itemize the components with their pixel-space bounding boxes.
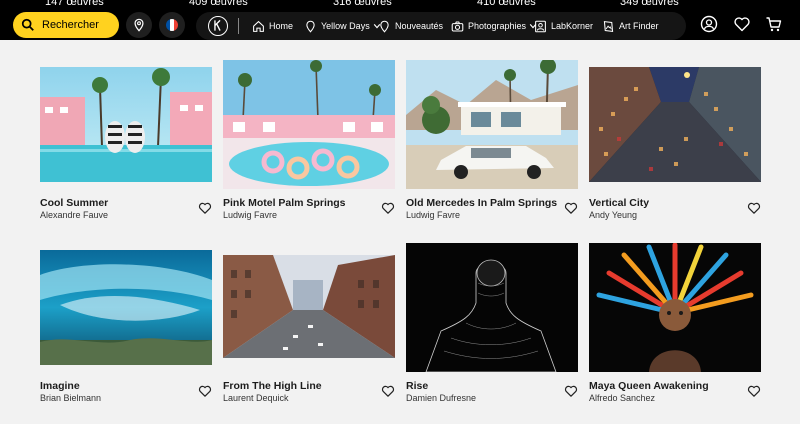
heart-icon bbox=[381, 385, 395, 397]
artwork-title[interactable]: Imagine bbox=[40, 380, 80, 392]
cart-button[interactable] bbox=[765, 15, 783, 33]
favorite-button[interactable] bbox=[564, 384, 578, 398]
artwork-artist[interactable]: Damien Dufresne bbox=[406, 393, 476, 403]
favorite-button[interactable] bbox=[747, 384, 761, 398]
page: 147 œuvres 409 œuvres 316 œuvres 410 œuv… bbox=[0, 0, 800, 424]
artwork-artist[interactable]: Laurent Dequick bbox=[223, 393, 289, 403]
artwork-artist[interactable]: Alfredo Sanchez bbox=[589, 393, 655, 403]
artwork-title[interactable]: Rise bbox=[406, 380, 428, 392]
search-icon bbox=[21, 18, 34, 31]
artwork-image-maya-queen[interactable] bbox=[589, 243, 761, 372]
favorite-button[interactable] bbox=[381, 384, 395, 398]
artwork-image-rise[interactable] bbox=[406, 243, 578, 372]
artwork-card[interactable]: Rise Damien Dufresne bbox=[406, 0, 578, 424]
artwork-image-from-the-high-line[interactable] bbox=[223, 255, 395, 358]
artwork-card[interactable]: Maya Queen Awakening Alfredo Sanchez bbox=[589, 0, 761, 424]
cart-icon bbox=[766, 17, 782, 32]
artwork-image-imagine[interactable] bbox=[40, 250, 212, 365]
artwork-title[interactable]: Maya Queen Awakening bbox=[589, 380, 709, 392]
artwork-artist[interactable]: Brian Bielmann bbox=[40, 393, 101, 403]
heart-icon bbox=[198, 385, 212, 397]
artwork-card[interactable]: From The High Line Laurent Dequick bbox=[223, 0, 395, 424]
artwork-meta: From The High Line Laurent Dequick bbox=[223, 380, 395, 410]
artwork-meta: Rise Damien Dufresne bbox=[406, 380, 578, 410]
heart-icon bbox=[564, 385, 578, 397]
favorite-button[interactable] bbox=[198, 384, 212, 398]
artwork-card[interactable]: Imagine Brian Bielmann bbox=[40, 0, 212, 424]
artwork-meta: Imagine Brian Bielmann bbox=[40, 380, 212, 410]
artwork-title[interactable]: From The High Line bbox=[223, 380, 322, 392]
artwork-meta: Maya Queen Awakening Alfredo Sanchez bbox=[589, 380, 761, 410]
heart-icon bbox=[747, 385, 761, 397]
